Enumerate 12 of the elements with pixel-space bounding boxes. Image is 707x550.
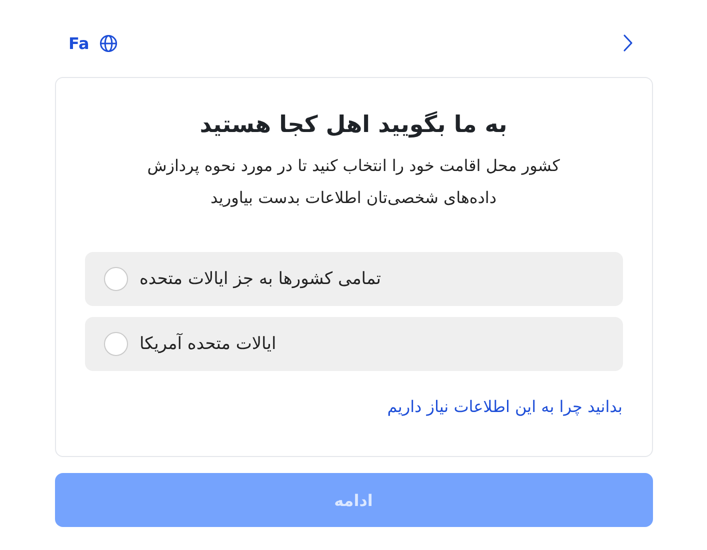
radio-option[interactable]: ایالات متحده آمریکا [84, 317, 622, 371]
option-label: تمامی کشورها به جز ایالات متحده [140, 269, 382, 289]
info-link[interactable]: بدانید چرا به این اطلاعات نیاز داریم [387, 397, 622, 416]
option-label: ایالات متحده آمریکا [140, 334, 276, 354]
chevron-right-icon[interactable] [622, 34, 632, 52]
heading: به ما بگویید اهل کجا هستید [198, 112, 508, 138]
language-button[interactable]: Fa [68, 34, 118, 52]
radio-button[interactable] [104, 267, 128, 291]
radio-button[interactable] [104, 332, 128, 356]
globe-icon [99, 34, 118, 52]
description: کشور محل اقامت خود را انتخاب کنید تا در مورد نحوه پردازش داده‌های شخصی‌تان اطلاعات بدست بیاورید [146, 155, 561, 209]
radio-option[interactable]: تمامی کشورها به جز ایالات متحده [84, 252, 622, 306]
